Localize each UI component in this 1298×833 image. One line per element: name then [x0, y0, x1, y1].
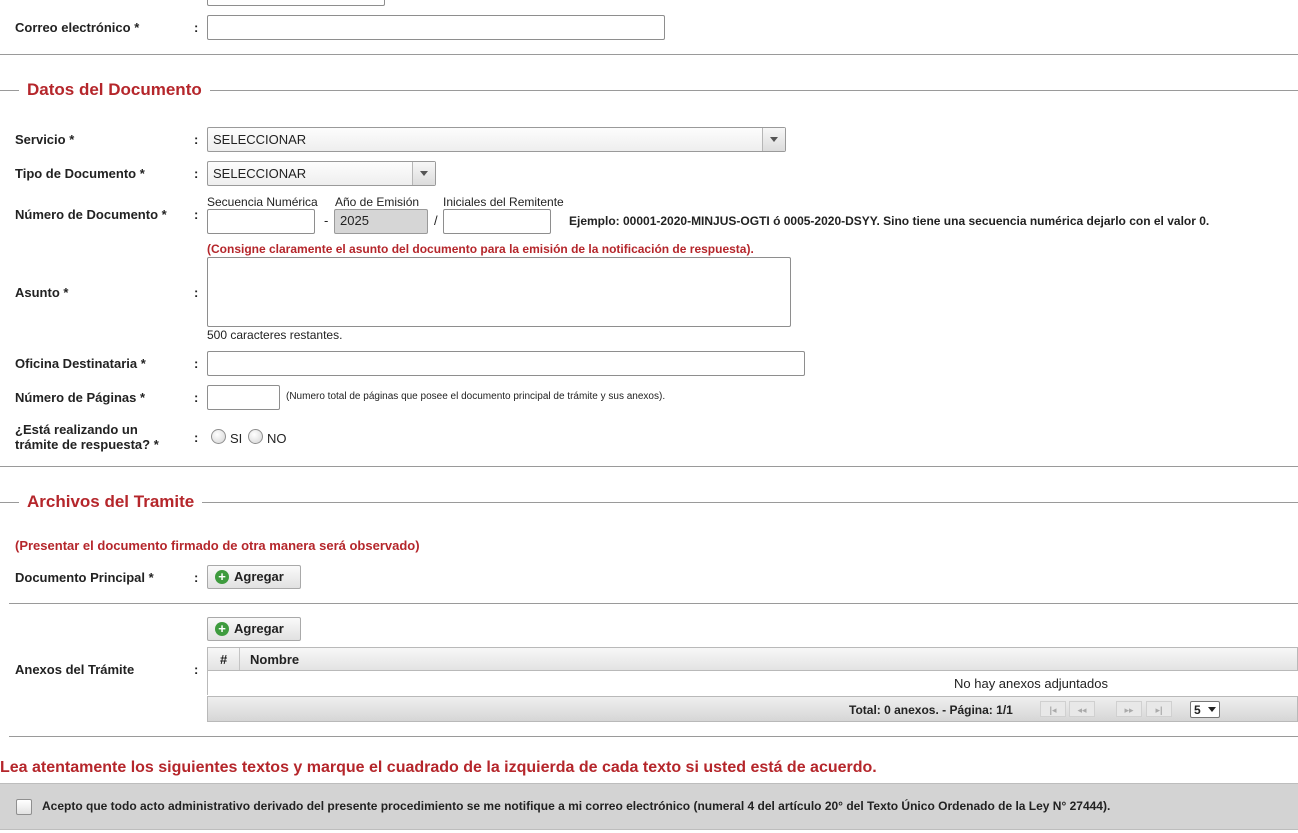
- anio-caption: Año de Emisión: [335, 195, 420, 209]
- servicio-value: SELECCIONAR: [213, 132, 307, 147]
- iniciales-caption: Iniciales del Remitente: [443, 195, 564, 209]
- email-input[interactable]: [207, 15, 665, 40]
- section-title-archivos: Archivos del Tramite: [19, 492, 203, 512]
- caracteres-restantes: 500 caracteres restantes.: [207, 328, 343, 342]
- servicio-select[interactable]: SELECCIONAR: [207, 127, 786, 152]
- plus-circle-icon: +: [215, 622, 229, 636]
- colon: :: [194, 390, 199, 405]
- colon: :: [194, 207, 199, 222]
- respuesta-label-line2: trámite de respuesta? *: [15, 437, 159, 452]
- radio-si[interactable]: [211, 429, 226, 444]
- pager-total: Total: 0 anexos. - Página: 1/1: [849, 703, 1013, 717]
- divider: [9, 603, 1298, 604]
- terms-box: Acepto que todo acto administrativo deri…: [0, 783, 1298, 830]
- chevron-down-icon: [420, 171, 428, 176]
- anexos-pager: Total: 0 anexos. - Página: 1/1 |◂ ◂◂ ▸▸ …: [207, 696, 1298, 722]
- radio-si-label: SI: [230, 431, 243, 446]
- tipo-value: SELECCIONAR: [213, 166, 307, 181]
- prev-page-icon[interactable]: ◂◂: [1069, 701, 1095, 717]
- secuencia-caption: Secuencia Numérica: [207, 195, 318, 209]
- accept-checkbox[interactable]: [16, 799, 32, 815]
- page-size-value: 5: [1194, 703, 1201, 717]
- anexos-grid-header: # Nombre: [207, 647, 1298, 671]
- slash-separator: /: [434, 213, 438, 228]
- colon: :: [194, 570, 199, 585]
- anexos-grid-body: No hay anexos adjuntados: [207, 671, 1298, 695]
- oficina-label: Oficina Destinataria *: [15, 356, 146, 371]
- agregar-label: Agregar: [234, 621, 284, 636]
- numero-label: Número de Documento *: [15, 207, 167, 222]
- asunto-label: Asunto *: [15, 285, 69, 300]
- accept-text: Acepto que todo acto administrativo deri…: [42, 799, 1111, 813]
- dropdown-button[interactable]: [762, 128, 785, 151]
- tipo-select[interactable]: SELECCIONAR: [207, 161, 436, 186]
- anexos-label: Anexos del Trámite: [15, 662, 135, 677]
- previous-field[interactable]: [207, 0, 385, 6]
- chevron-down-icon: [770, 137, 778, 142]
- servicio-label: Servicio *: [15, 132, 75, 147]
- section-title-documento: Datos del Documento: [19, 80, 210, 100]
- terms-heading: Lea atentamente los siguientes textos y …: [0, 759, 877, 776]
- colon: :: [194, 20, 199, 35]
- plus-circle-icon: +: [215, 570, 229, 584]
- chevron-down-icon: [1208, 707, 1216, 712]
- colon: :: [194, 662, 199, 677]
- paginas-note: (Numero total de páginas que posee el do…: [286, 391, 666, 402]
- empty-message: No hay anexos adjuntados: [954, 676, 1108, 691]
- column-header-number: #: [220, 652, 228, 667]
- colon: :: [194, 132, 199, 147]
- colon: :: [194, 430, 199, 445]
- next-page-icon[interactable]: ▸▸: [1116, 701, 1142, 717]
- page-size-select[interactable]: 5: [1190, 701, 1220, 718]
- asunto-note: (Consigne claramente el asunto del docum…: [207, 242, 754, 256]
- secuencia-input[interactable]: [207, 209, 315, 234]
- respuesta-label-line1: ¿Está realizando un: [15, 422, 138, 437]
- archivos-note: (Presentar el documento firmado de otra …: [15, 538, 420, 553]
- tipo-label: Tipo de Documento *: [15, 166, 145, 181]
- colon: :: [194, 166, 199, 181]
- column-header-nombre: Nombre: [250, 652, 300, 667]
- radio-no-label: NO: [267, 431, 287, 446]
- colon: :: [194, 356, 199, 371]
- ejemplo-text: Ejemplo: 00001-2020-MINJUS-OGTI ó 0005-2…: [569, 214, 1210, 228]
- agregar-label: Agregar: [234, 569, 284, 584]
- oficina-input[interactable]: [207, 351, 805, 376]
- divider: [9, 736, 1298, 737]
- agregar-anexo-button[interactable]: + Agregar: [207, 617, 301, 641]
- email-label: Correo electrónico *: [15, 20, 140, 35]
- anio-input[interactable]: 2025: [334, 209, 428, 234]
- colon: :: [194, 285, 199, 300]
- asunto-textarea[interactable]: [207, 257, 791, 327]
- paginas-label: Número de Páginas *: [15, 390, 146, 405]
- first-page-icon[interactable]: |◂: [1040, 701, 1066, 717]
- iniciales-input[interactable]: [443, 209, 551, 234]
- principal-label: Documento Principal *: [15, 570, 154, 585]
- radio-no[interactable]: [248, 429, 263, 444]
- dash-separator: -: [324, 213, 329, 228]
- agregar-principal-button[interactable]: + Agregar: [207, 565, 301, 589]
- divider: [0, 54, 1298, 55]
- paginas-input[interactable]: [207, 385, 280, 410]
- last-page-icon[interactable]: ▸|: [1146, 701, 1172, 717]
- dropdown-button[interactable]: [412, 162, 435, 185]
- column-divider: [239, 648, 240, 670]
- divider: [0, 466, 1298, 467]
